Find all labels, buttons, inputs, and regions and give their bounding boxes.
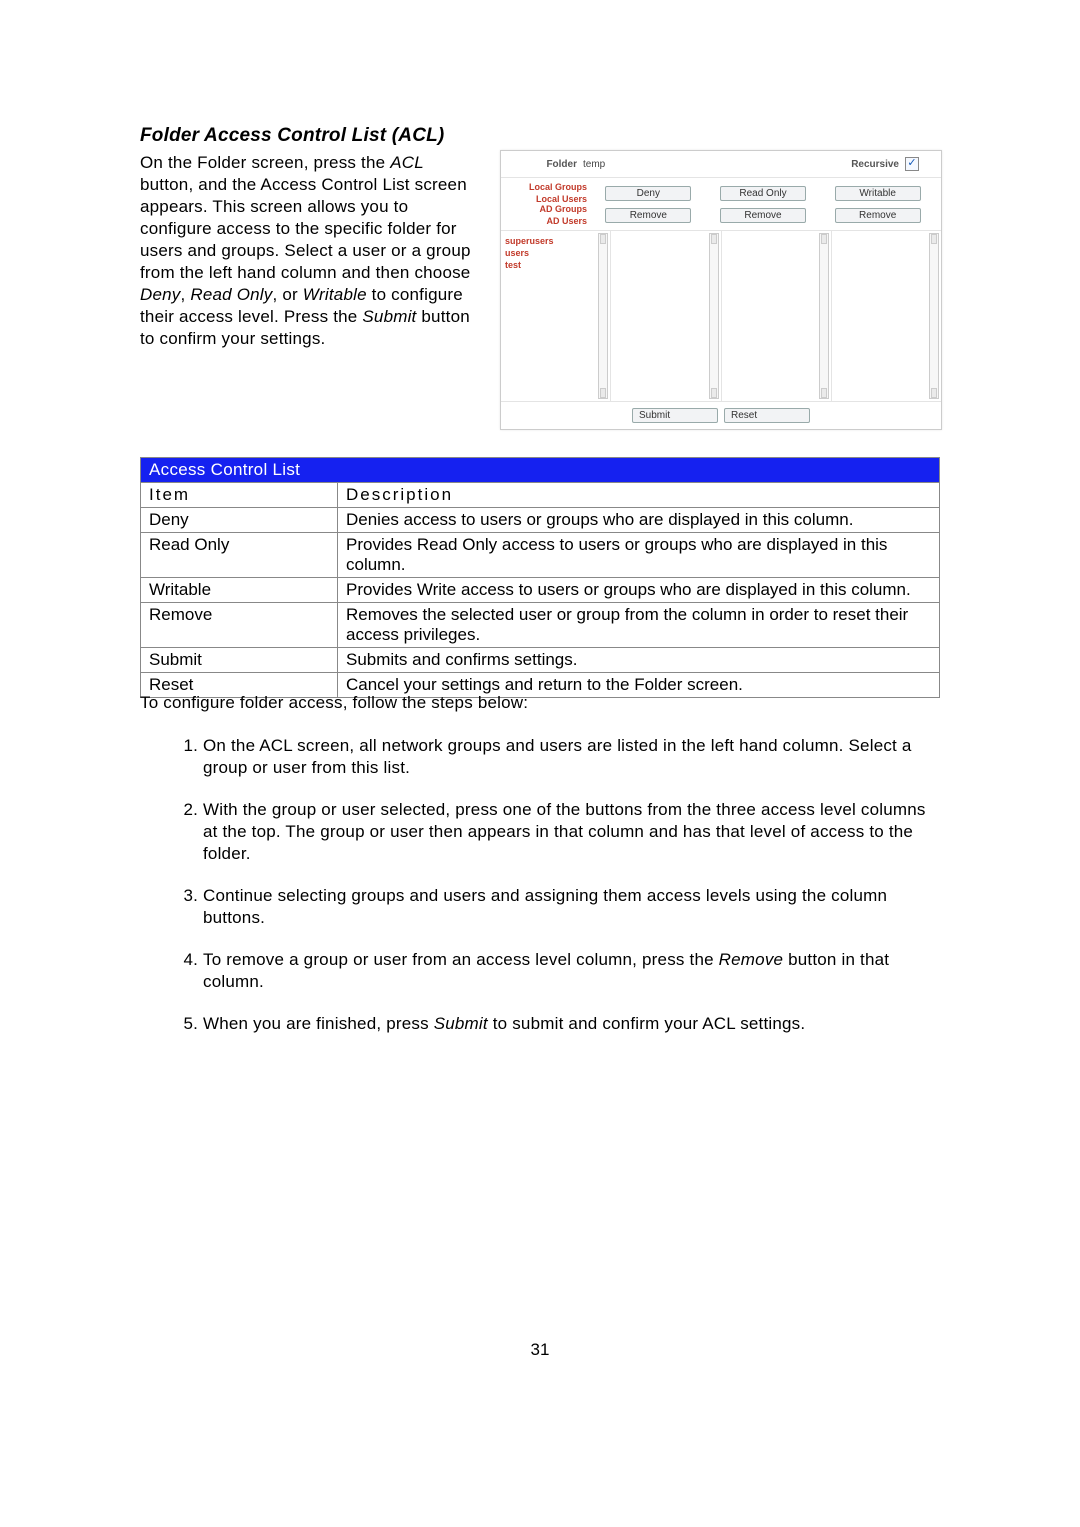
- readonly-listbox[interactable]: [721, 231, 831, 401]
- header-description: Description: [338, 483, 940, 508]
- intro-paragraph: On the Folder screen, press the ACL butt…: [140, 152, 480, 350]
- italic-readonly: Read Only: [190, 285, 272, 304]
- text: to submit and confirm your ACL settings.: [488, 1014, 806, 1033]
- item-cell: Writable: [141, 578, 338, 603]
- item-cell: Remove: [141, 603, 338, 648]
- recursive-checkbox[interactable]: ✓: [905, 157, 919, 171]
- text: With the group or user selected, press o…: [203, 800, 926, 863]
- italic-deny: Deny: [140, 285, 181, 304]
- table-title-row: Access Control List: [141, 458, 940, 483]
- table-row: Submit Submits and confirms settings.: [141, 648, 940, 673]
- item-cell: Submit: [141, 648, 338, 673]
- recursive-label: Recursive: [643, 159, 905, 170]
- acl-bottom-buttons: Submit Reset: [501, 401, 941, 429]
- list-item[interactable]: users: [505, 247, 606, 259]
- remove-button-deny[interactable]: Remove: [605, 208, 691, 223]
- acl-top-row: Folder temp Recursive ✓: [501, 151, 941, 178]
- table-row: Deny Denies access to users or groups wh…: [141, 508, 940, 533]
- acl-remove-row: AD Groups AD Users Remove Remove Remove: [501, 204, 941, 231]
- source-tabs: Local Groups Local Users: [507, 182, 591, 204]
- reset-button[interactable]: Reset: [724, 408, 810, 423]
- text: To remove a group or user from an access…: [203, 950, 719, 969]
- step-5: When you are finished, press Submit to s…: [203, 1013, 945, 1035]
- remove-button-writable[interactable]: Remove: [835, 208, 921, 223]
- table-row: Remove Removes the selected user or grou…: [141, 603, 940, 648]
- text: , or: [272, 285, 302, 304]
- folder-value: temp: [583, 159, 643, 170]
- deny-button[interactable]: Deny: [605, 186, 691, 201]
- acl-description-table: Access Control List Item Description Den…: [140, 457, 940, 698]
- step-4: To remove a group or user from an access…: [203, 949, 945, 993]
- italic-submit: Submit: [362, 307, 416, 326]
- readonly-button[interactable]: Read Only: [720, 186, 806, 201]
- text: On the ACL screen, all network groups an…: [203, 736, 912, 777]
- desc-cell: Removes the selected user or group from …: [338, 603, 940, 648]
- page-number: 31: [0, 1340, 1080, 1360]
- section-heading: Folder Access Control List (ACL): [140, 125, 444, 147]
- tab-local-groups[interactable]: Local Groups: [507, 182, 587, 192]
- header-item: Item: [141, 483, 338, 508]
- italic-remove: Remove: [719, 950, 784, 969]
- source-listbox[interactable]: superusers users test: [501, 231, 610, 401]
- acl-columns: superusers users test: [501, 231, 941, 401]
- list-item[interactable]: superusers: [505, 235, 606, 247]
- deny-listbox[interactable]: [610, 231, 720, 401]
- desc-cell: Denies access to users or groups who are…: [338, 508, 940, 533]
- acl-dialog-screenshot: Folder temp Recursive ✓ Local Groups Loc…: [500, 150, 942, 430]
- italic-submit: Submit: [434, 1014, 488, 1033]
- scrollbar[interactable]: [709, 233, 719, 399]
- source-tabs-2: AD Groups AD Users: [507, 204, 591, 226]
- tab-ad-groups[interactable]: AD Groups: [507, 204, 587, 214]
- step-3: Continue selecting groups and users and …: [203, 885, 945, 929]
- writable-button[interactable]: Writable: [835, 186, 921, 201]
- text: button, and the Access Control List scre…: [140, 175, 471, 282]
- table-row: Read Only Provides Read Only access to u…: [141, 533, 940, 578]
- item-cell: Deny: [141, 508, 338, 533]
- folder-label: Folder: [507, 159, 583, 170]
- scrollbar[interactable]: [819, 233, 829, 399]
- steps-list: On the ACL screen, all network groups an…: [175, 735, 945, 1055]
- scrollbar[interactable]: [598, 233, 608, 399]
- text: On the Folder screen, press the: [140, 153, 390, 172]
- step-2: With the group or user selected, press o…: [203, 799, 945, 865]
- text: ,: [181, 285, 191, 304]
- list-item[interactable]: test: [505, 259, 606, 271]
- desc-cell: Provides Write access to users or groups…: [338, 578, 940, 603]
- table-row: Writable Provides Write access to users …: [141, 578, 940, 603]
- followup-intro: To configure folder access, follow the s…: [140, 692, 940, 714]
- step-1: On the ACL screen, all network groups an…: [203, 735, 945, 779]
- tab-ad-users[interactable]: AD Users: [507, 216, 587, 226]
- scrollbar[interactable]: [929, 233, 939, 399]
- text: Continue selecting groups and users and …: [203, 886, 887, 927]
- desc-cell: Provides Read Only access to users or gr…: [338, 533, 940, 578]
- page: Folder Access Control List (ACL) On the …: [0, 0, 1080, 1527]
- remove-button-readonly[interactable]: Remove: [720, 208, 806, 223]
- submit-button[interactable]: Submit: [632, 408, 718, 423]
- table-header-row: Item Description: [141, 483, 940, 508]
- table-title: Access Control List: [141, 458, 940, 483]
- acl-header-buttons-row: Local Groups Local Users Deny Read Only …: [501, 178, 941, 204]
- italic-acl: ACL: [390, 153, 424, 172]
- text: When you are finished, press: [203, 1014, 434, 1033]
- italic-writable: Writable: [303, 285, 367, 304]
- writable-listbox[interactable]: [831, 231, 941, 401]
- item-cell: Read Only: [141, 533, 338, 578]
- desc-cell: Submits and confirms settings.: [338, 648, 940, 673]
- tab-local-users[interactable]: Local Users: [507, 194, 587, 204]
